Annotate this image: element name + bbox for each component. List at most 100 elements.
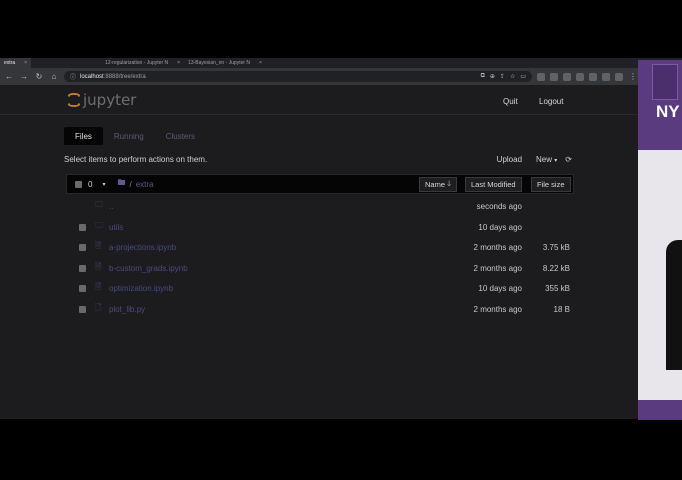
new-label: New	[536, 155, 553, 164]
jupyter-logo-icon	[68, 93, 80, 107]
browser-tab-strip: extra × 12-regularization - Jupyter N × …	[0, 58, 682, 68]
row-checkbox[interactable]	[79, 284, 86, 292]
tab-files[interactable]: Files	[64, 127, 103, 145]
forward-icon[interactable]: →	[19, 72, 29, 81]
zoom-icon[interactable]: ⊕	[490, 73, 495, 80]
close-tab-icon[interactable]: ×	[24, 60, 27, 66]
info-icon[interactable]: ⓘ	[70, 72, 76, 81]
extension-icon[interactable]	[537, 72, 545, 81]
tab-label: extra	[4, 60, 16, 66]
caret-down-icon: ▾	[554, 158, 558, 164]
jupyter-tabs: Files Running Clusters	[64, 127, 206, 145]
presenter-video-panel: NY	[638, 60, 682, 420]
jupyter-header: jupyter Quit Logout	[0, 85, 638, 115]
file-name-link[interactable]: optimization.ipynb	[109, 284, 173, 293]
folder-icon: 🗀	[95, 200, 103, 209]
column-label: Name	[425, 180, 446, 189]
file-size: 8.22 kB	[542, 263, 570, 273]
extension-icon[interactable]	[602, 72, 610, 81]
close-tab-icon[interactable]: ×	[259, 60, 262, 66]
upload-button[interactable]: Upload	[497, 155, 522, 164]
file-row-parent[interactable]: 🗀 .. seconds ago	[66, 196, 574, 216]
browser-tab-regularization[interactable]: 12-regularization - Jupyter N ×	[101, 58, 184, 68]
notebook-icon: 🗎	[95, 282, 102, 291]
file-size: 3.75 kB	[542, 242, 570, 252]
sidebar-icon[interactable]: ▭	[520, 73, 526, 80]
file-modified: seconds ago	[476, 201, 522, 211]
sort-by-modified-button[interactable]: Last Modified	[465, 177, 522, 192]
home-icon[interactable]: ⌂	[49, 72, 59, 81]
new-dropdown-button[interactable]: New ▾	[536, 155, 557, 164]
extension-icon[interactable]	[550, 72, 558, 81]
quit-button[interactable]: Quit	[498, 94, 523, 108]
browser-tab-extra[interactable]: extra ×	[0, 58, 32, 68]
folder-home-icon[interactable]: 🖿	[117, 177, 125, 191]
file-modified: 10 days ago	[478, 222, 522, 232]
video-bottom-band	[638, 400, 682, 420]
row-checkbox[interactable]	[79, 305, 86, 313]
extension-icon[interactable]	[576, 72, 584, 81]
back-icon[interactable]: ←	[4, 72, 14, 81]
file-modified: 2 months ago	[473, 263, 522, 273]
file-row[interactable]: 🗀 utils 10 days ago	[66, 217, 574, 237]
bookmark-star-icon[interactable]: ☆	[510, 73, 515, 80]
reload-icon[interactable]: ↻	[34, 72, 44, 81]
screen: extra × 12-regularization - Jupyter N × …	[0, 0, 682, 480]
select-all-checkbox[interactable]	[75, 180, 82, 188]
file-size: 18 B	[553, 304, 570, 314]
url-host: localhost	[80, 73, 104, 80]
instructions-text: Select items to perform actions on them.	[64, 155, 208, 164]
file-name-link[interactable]: ..	[109, 202, 113, 211]
jupyter-page: jupyter Quit Logout Files Running Cluste…	[0, 85, 638, 419]
browser-toolbar: ← → ↻ ⌂ ⓘ localhost:8888/tree/extra ⧉ ⊕ …	[0, 68, 682, 85]
presenter-silhouette	[666, 240, 682, 370]
url-path: :8888/tree/extra	[103, 73, 146, 80]
file-row[interactable]: 🗎 optimization.ipynb 10 days ago 355 kB	[66, 278, 574, 298]
selection-dropdown-icon[interactable]: ▾	[102, 181, 105, 188]
sort-by-size-button[interactable]: File size	[531, 177, 571, 192]
file-size: 355 kB	[545, 283, 570, 293]
tab-running[interactable]: Running	[103, 127, 155, 145]
university-seal	[652, 64, 678, 100]
file-name-link[interactable]: utils	[109, 223, 123, 232]
file-list-header: 0 ▾ 🖿 / extra Name 🡓 Last Modified File …	[66, 174, 574, 194]
row-checkbox[interactable]	[79, 264, 86, 272]
browser-tab-bayesian[interactable]: 13-Bayesian_nn - Jupyter N ×	[184, 58, 266, 68]
file-actions: Upload New ▾ ⟳	[497, 155, 572, 164]
breadcrumb-separator: /	[129, 179, 132, 189]
tab-clusters[interactable]: Clusters	[155, 127, 206, 145]
close-tab-icon[interactable]: ×	[177, 60, 180, 66]
row-checkbox[interactable]	[79, 243, 86, 251]
extension-icon[interactable]	[615, 72, 623, 81]
file-icon: 🗋	[95, 303, 102, 312]
extension-icon[interactable]	[589, 72, 597, 81]
breadcrumb: 🖿 / extra	[117, 177, 153, 191]
jupyter-logo[interactable]: jupyter	[68, 91, 136, 109]
tab-label: 13-Bayesian_nn - Jupyter N	[188, 60, 251, 66]
menu-icon[interactable]: ⋮	[628, 72, 638, 81]
file-name-link[interactable]: a-projections.ipynb	[109, 243, 176, 252]
file-name-link[interactable]: plot_lib.py	[109, 305, 145, 314]
row-checkbox[interactable]	[79, 223, 86, 231]
address-bar[interactable]: ⓘ localhost:8888/tree/extra ⧉ ⊕ ⇪ ☆ ▭	[64, 71, 532, 82]
selected-count: 0	[88, 179, 93, 189]
file-row[interactable]: 🗎 b-custom_grads.ipynb 2 months ago 8.22…	[66, 258, 574, 278]
breadcrumb-current-dir[interactable]: extra	[136, 180, 154, 189]
folder-icon: 🗀	[95, 221, 103, 230]
notebook-icon: 🗎	[95, 241, 102, 250]
logout-button[interactable]: Logout	[534, 94, 568, 108]
extension-icon[interactable]	[563, 72, 571, 81]
file-modified: 10 days ago	[478, 283, 522, 293]
tab-label: 12-regularization - Jupyter N	[105, 60, 169, 66]
notebook-icon: 🗎	[95, 262, 102, 271]
refresh-icon[interactable]: ⟳	[565, 155, 572, 164]
file-modified: 2 months ago	[473, 304, 522, 314]
file-name-link[interactable]: b-custom_grads.ipynb	[109, 264, 188, 273]
share-icon[interactable]: ⇪	[500, 73, 505, 80]
sort-by-name-button[interactable]: Name 🡓	[419, 177, 458, 192]
file-row[interactable]: 🗋 plot_lib.py 2 months ago 18 B	[66, 299, 574, 319]
open-in-app-icon[interactable]: ⧉	[481, 73, 485, 80]
file-modified: 2 months ago	[473, 242, 522, 252]
file-row[interactable]: 🗎 a-projections.ipynb 2 months ago 3.75 …	[66, 237, 574, 257]
jupyter-logo-text: jupyter	[83, 91, 137, 109]
